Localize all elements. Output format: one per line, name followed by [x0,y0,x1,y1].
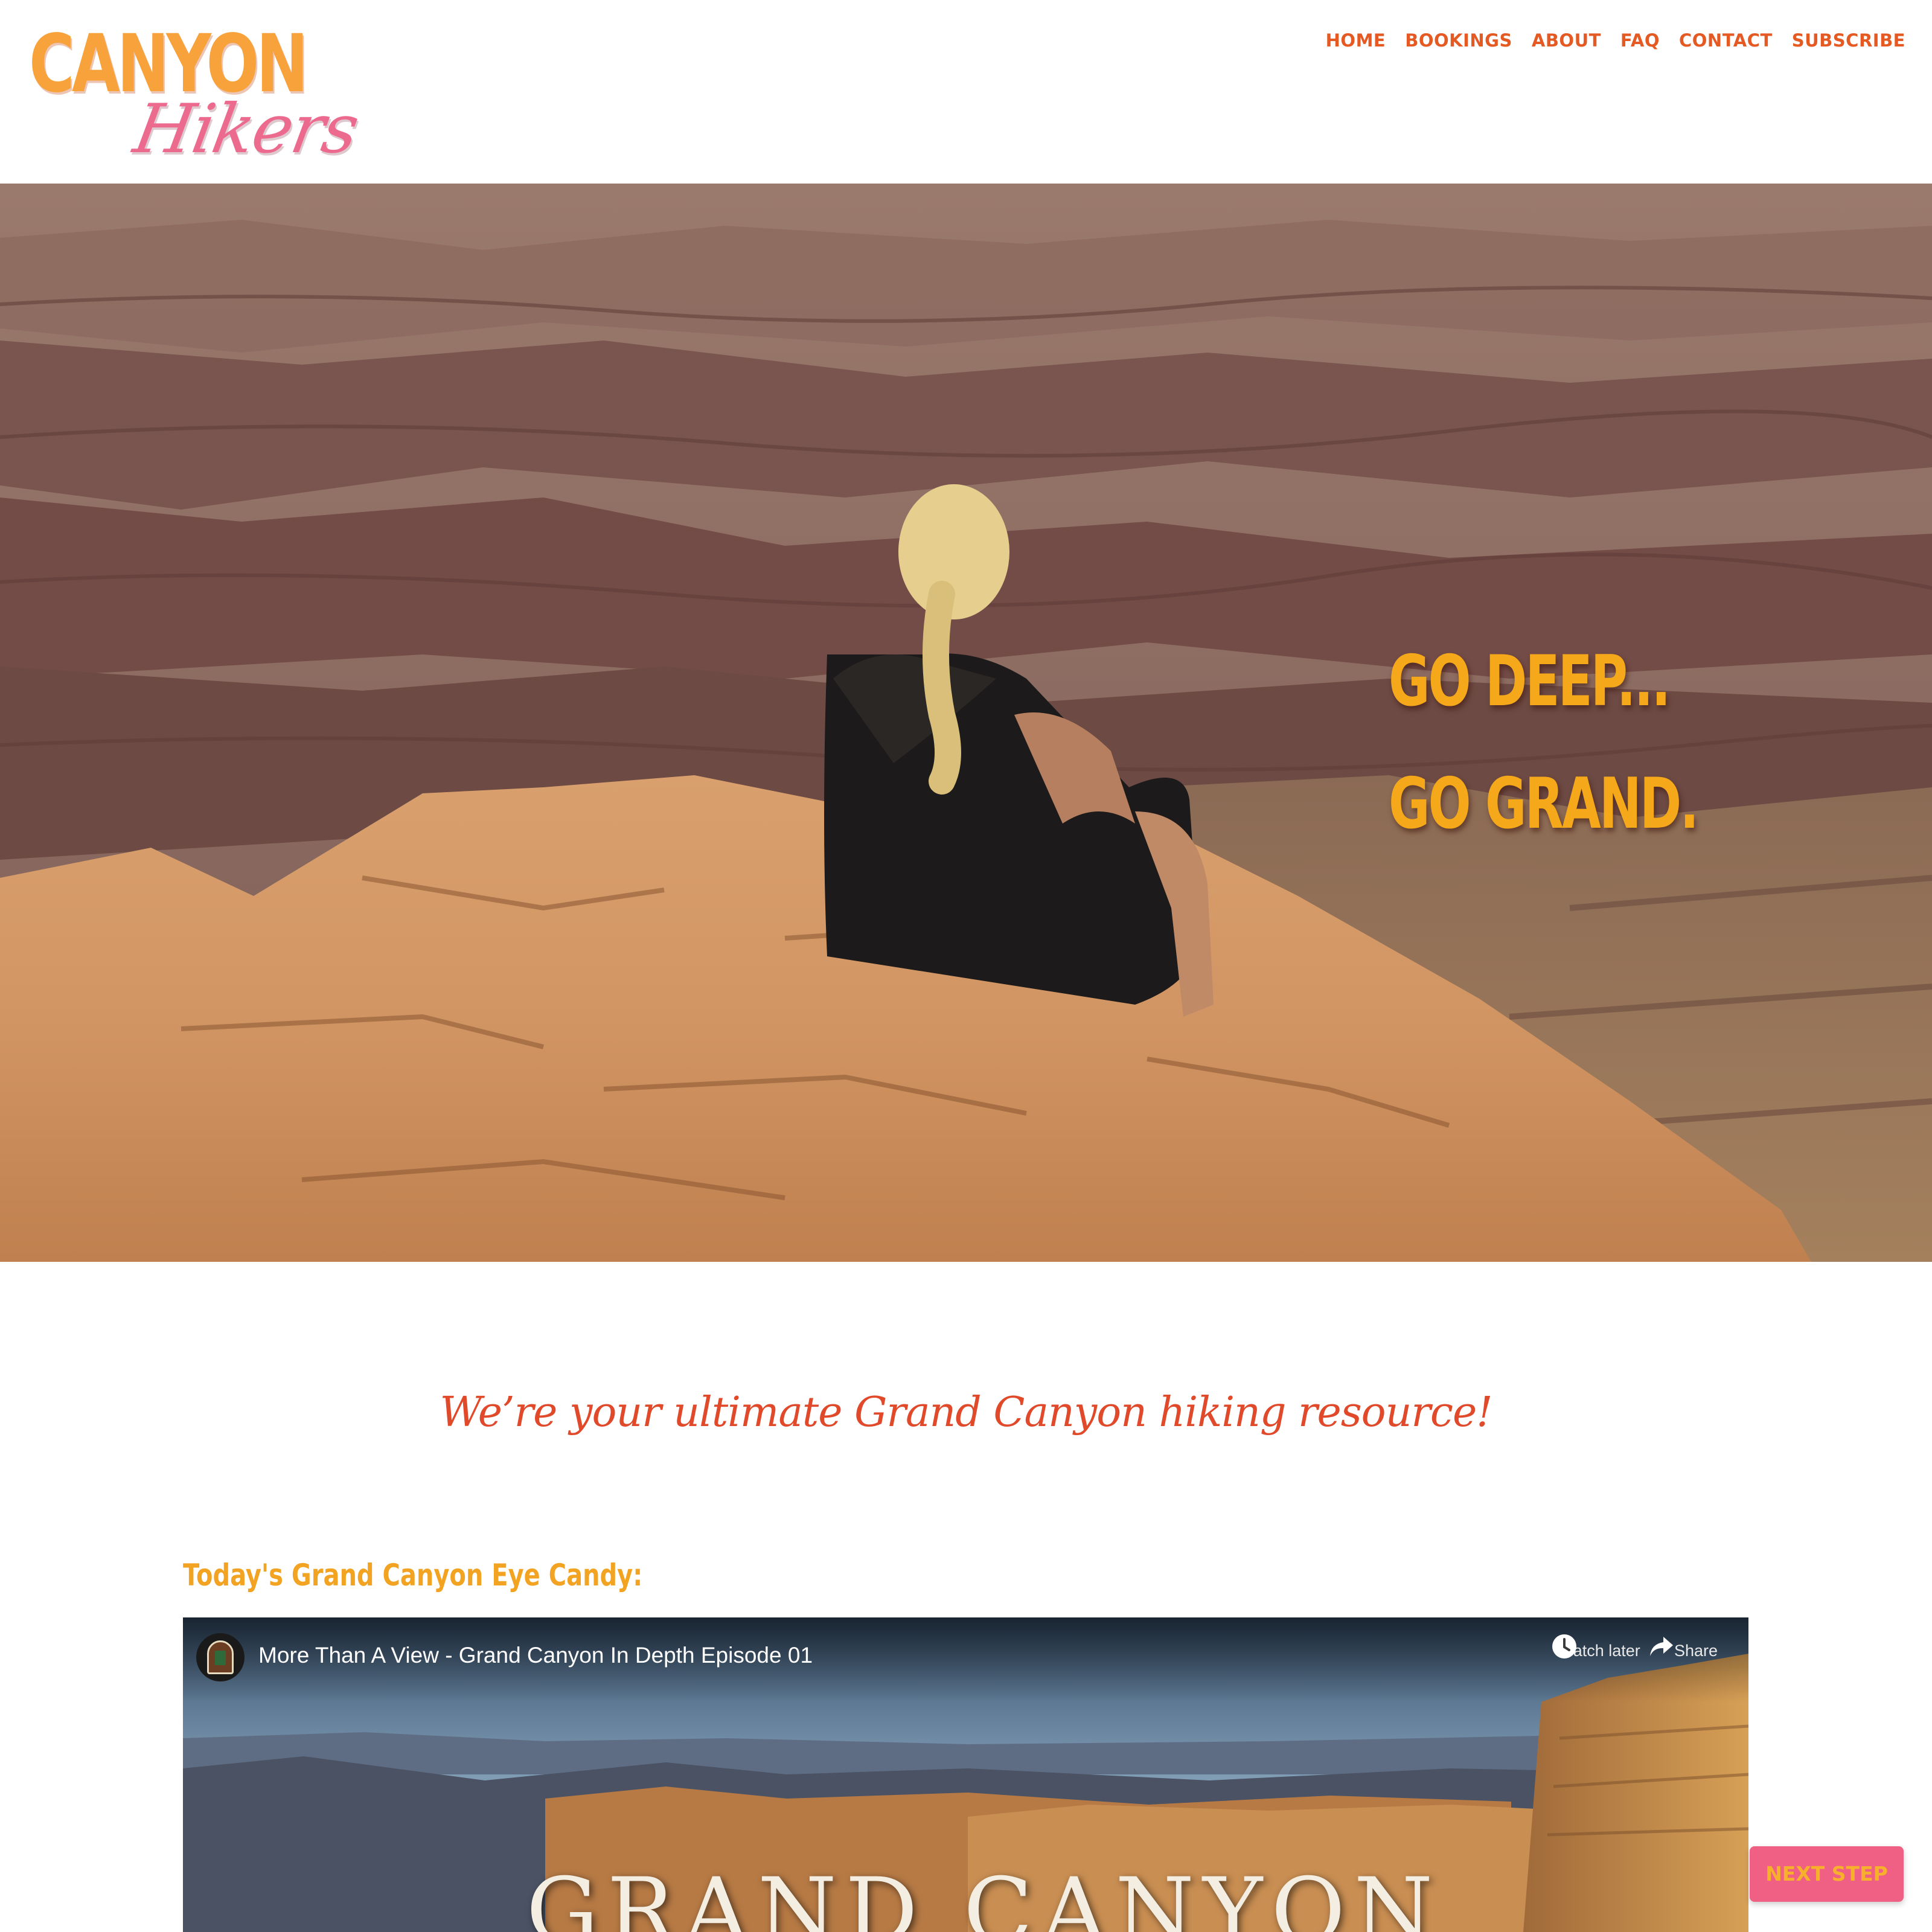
video-overlay-title: GRAND CANYON [526,1859,1442,1932]
next-step-button[interactable]: NEXT STEP [1750,1846,1904,1902]
share-button[interactable]: Share [1648,1633,1744,1660]
hero-canyon-photo [0,184,1932,1262]
nav-faq[interactable]: FAQ [1620,30,1660,51]
hero-tagline-line-1: GO DEEP... [1389,641,1671,722]
main-nav: HOME BOOKINGS ABOUT FAQ CONTACT SUBSCRIB… [1326,30,1905,51]
nav-subscribe[interactable]: SUBSCRIBE [1792,30,1905,51]
hero-tagline-line-2: GO GRAND. [1389,763,1699,845]
watch-later-button[interactable]: Watch later [1551,1633,1648,1660]
canyon-hikers-logo[interactable]: CANYON Hikers [27,22,363,168]
logo-hikers-text: Hikers [128,90,364,168]
nav-home[interactable]: HOME [1326,30,1386,51]
site-header: CANYON Hikers HOME BOOKINGS ABOUT FAQ CO… [0,0,1932,184]
youtube-video-embed[interactable]: More Than A View - Grand Canyon In Depth… [183,1617,1748,1932]
intro-tagline: We’re your ultimate Grand Canyon hiking … [440,1389,1492,1436]
channel-avatar[interactable] [196,1633,245,1681]
nav-bookings[interactable]: BOOKINGS [1405,30,1512,51]
clock-icon [1552,1634,1576,1659]
nav-contact[interactable]: CONTACT [1679,30,1773,51]
video-title[interactable]: More Than A View - Grand Canyon In Depth… [258,1643,813,1668]
nps-arrowhead-icon [207,1640,234,1674]
share-arrow-icon [1650,1637,1673,1656]
eye-candy-heading: Today's Grand Canyon Eye Candy: [183,1558,643,1593]
hero-banner: GO DEEP... GO GRAND. [0,184,1932,1262]
nav-about[interactable]: ABOUT [1532,30,1601,51]
